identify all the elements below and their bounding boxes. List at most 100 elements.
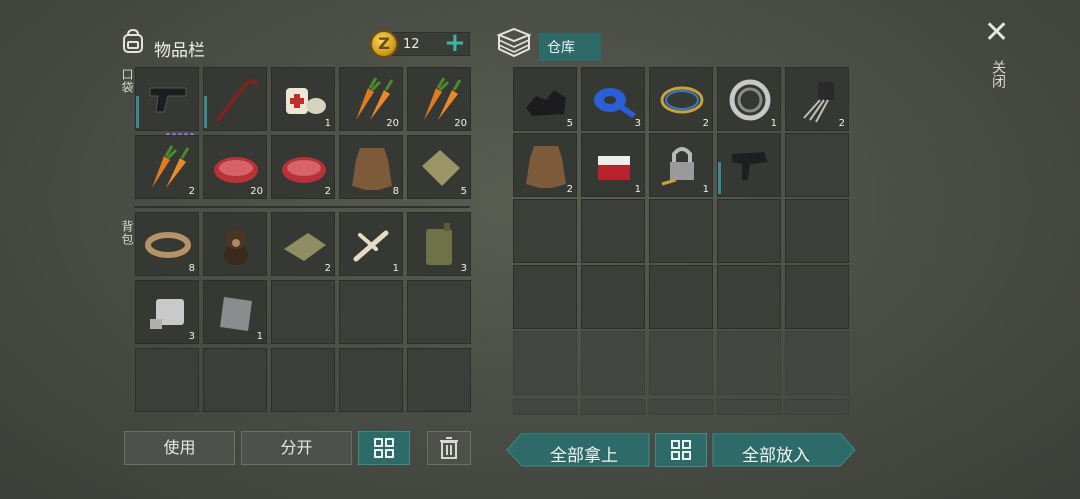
sort-grid-icon [374,438,394,458]
backpack-slot-empty[interactable] [271,280,335,344]
close-label[interactable]: 关闭 [988,60,1008,88]
uzi-icon [732,152,768,180]
sort-grid-icon [671,440,691,460]
cloth-icon [422,150,460,186]
warehouse-slot-locked [717,331,781,395]
warehouse-slot-locked [513,399,577,415]
warehouse-slot-transistor[interactable]: 2 [785,67,849,131]
warehouse-slot-empty[interactable] [513,265,577,329]
pocket-label: 口袋 [120,68,134,94]
warehouse-tab[interactable]: 仓库 [539,33,601,61]
trash-button[interactable] [427,431,471,465]
crate-icon [496,26,532,58]
rope-icon [145,232,191,258]
pocket-slot-cloth[interactable]: 5 [407,135,471,199]
backpack-slot-puppy[interactable] [203,212,267,276]
warehouse-slot-hide[interactable]: 2 [513,133,577,197]
padlock-icon [661,147,694,186]
warehouse-slot-empty[interactable] [513,199,577,263]
backpack-slot-bones[interactable]: 1 [339,212,403,276]
warehouse-slot-wires[interactable]: 2 [649,67,713,131]
item-count: 5 [460,186,467,197]
take-all-button[interactable]: 全部拿上 [524,441,644,466]
pistol-icon [149,87,187,113]
backpack-slot-cloth-scrap[interactable]: 2 [271,212,335,276]
warehouse-slot-empty[interactable] [717,199,781,263]
item-count: 5 [566,118,573,129]
warehouse-slot-empty[interactable] [717,265,781,329]
coin-icon: Z [370,30,398,58]
durability-bar [718,162,721,194]
carrot-icon [152,145,190,188]
item-count: 1 [634,184,641,195]
warehouse-slot-cigarettes[interactable]: 1 [581,133,645,197]
warehouse-slot-empty[interactable] [649,199,713,263]
jerrycan-icon [426,223,452,265]
cloth-scrap-icon [284,233,326,261]
backpack-slot-rope[interactable]: 8 [135,212,199,276]
cigarette-pack-icon [598,156,630,180]
pocket-slot-carrots[interactable]: 20 [339,67,403,131]
put-all-button[interactable]: 全部放入 [716,441,836,466]
backpack-slot-jerrycan[interactable]: 3 [407,212,471,276]
warehouse-slot-empty[interactable] [785,199,849,263]
item-count: 2 [188,186,195,197]
item-count: 3 [188,331,195,342]
backpack-slot-empty[interactable] [339,348,403,412]
warehouse-slot-tape[interactable]: 3 [581,67,645,131]
backpack-slot-empty[interactable] [407,348,471,412]
pocket-slot-medkit[interactable]: 1 [271,67,335,131]
backpack-slot-metal-plate[interactable]: 1 [203,280,267,344]
warehouse-slot-coal[interactable]: 5 [513,67,577,131]
item-count: 2 [702,118,709,129]
item-count: 2 [324,186,331,197]
item-count: 2 [838,118,845,129]
warehouse-slot-padlock[interactable]: 1 [649,133,713,197]
warehouse-slot-uzi[interactable] [717,133,781,203]
pocket-slot-hide[interactable]: 8 [339,135,403,199]
engine-part-icon [150,299,184,329]
sort-button[interactable] [358,431,410,465]
split-button[interactable]: 分开 [241,431,352,465]
quality-dots [166,122,196,137]
close-icon[interactable]: ✕ [984,18,1009,48]
warehouse-slot-locked [717,399,781,415]
backpack-slot-empty[interactable] [203,348,267,412]
backpack-slot-empty[interactable] [339,280,403,344]
coin-count: 12 [403,37,420,52]
item-count: 20 [386,118,399,129]
warehouse-slot-empty[interactable] [581,199,645,263]
backpack-slot-engine-part[interactable]: 3 [135,280,199,344]
pocket-slot-carrots[interactable]: 2 [135,135,199,199]
use-button[interactable]: 使用 [124,431,235,465]
warehouse-slot-empty[interactable] [581,265,645,329]
backpack-icon [120,28,146,54]
warehouse-slot-empty[interactable] [649,265,713,329]
warehouse-slot-locked [581,331,645,395]
warehouse-slot-locked [649,331,713,395]
warehouse-slot-bearing[interactable]: 1 [717,67,781,131]
item-count: 1 [392,263,399,274]
bones-icon [353,230,389,262]
pocket-slot-crowbar[interactable] [203,67,267,131]
plus-icon[interactable]: + [444,30,466,56]
pocket-slot-pistol[interactable] [135,67,199,137]
item-count: 1 [256,331,263,342]
warehouse-slot-locked [581,399,645,415]
warehouse-sort-button[interactable] [655,433,707,467]
meat-icon [282,157,326,183]
quality-dots [748,188,778,203]
backpack-slot-empty[interactable] [135,348,199,412]
pocket-slot-carrots[interactable]: 20 [407,67,471,131]
warehouse-slot-locked [513,331,577,395]
warehouse-slot-empty[interactable] [785,265,849,329]
backpack-slot-empty[interactable] [271,348,335,412]
backpack-slot-empty[interactable] [407,280,471,344]
warehouse-slot-empty[interactable] [785,133,849,197]
pocket-slot-raw-meat[interactable]: 20 [203,135,267,199]
wires-icon [660,86,704,114]
item-count: 2 [324,263,331,274]
inventory-title: 物品栏 [154,41,205,61]
pocket-slot-raw-meat[interactable]: 2 [271,135,335,199]
backpack-label: 背包 [120,220,134,246]
